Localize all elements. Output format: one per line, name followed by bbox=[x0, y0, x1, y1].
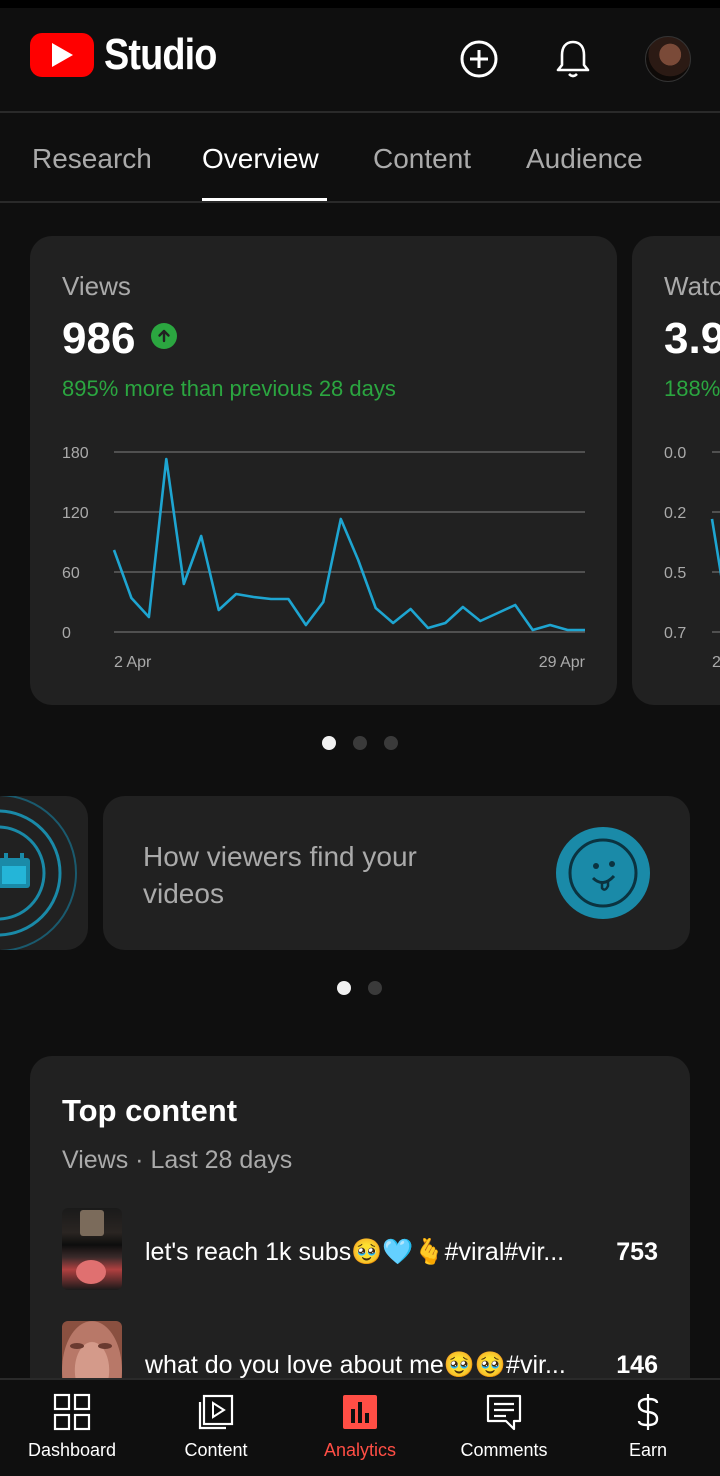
search-face-icon bbox=[568, 838, 638, 908]
video-title: let's reach 1k subs🥹🩵🫰#viral#vir... bbox=[145, 1238, 565, 1266]
insight-title: How viewers find your videos bbox=[143, 841, 417, 909]
views-chart: 0 60 120 180 2 Apr 29 Apr bbox=[62, 445, 586, 671]
x-tick-label: 2 bbox=[712, 654, 720, 671]
dashboard-icon bbox=[53, 1393, 91, 1431]
watch-time-card[interactable]: Watc 3.9 188% 0.0 0.2 0.5 0.7 2 bbox=[632, 236, 720, 705]
y-tick-label: 120 bbox=[62, 505, 89, 522]
nav-content[interactable]: Content bbox=[144, 1380, 288, 1476]
video-title: what do you love about me🥹🥹#vir... bbox=[145, 1351, 566, 1379]
tab-content[interactable]: Content bbox=[373, 143, 471, 175]
y-tick-label: 0.5 bbox=[664, 565, 686, 582]
views-delta: 895% more than previous 28 days bbox=[62, 376, 396, 401]
y-tick-label: 0 bbox=[62, 625, 71, 642]
y-tick-label: 0.0 bbox=[664, 445, 686, 462]
nav-label: Earn bbox=[628, 1440, 668, 1460]
tabs-divider bbox=[0, 201, 720, 203]
y-tick-label: 0.2 bbox=[664, 505, 686, 522]
tab-audience[interactable]: Audience bbox=[526, 143, 643, 175]
content-play-icon bbox=[198, 1394, 234, 1430]
account-avatar[interactable] bbox=[645, 36, 691, 82]
top-content-subtitle: Views · Last 28 days bbox=[62, 1146, 293, 1174]
calendar-icon bbox=[0, 796, 77, 950]
top-content-title: Top content bbox=[62, 1093, 238, 1128]
pager-dot[interactable] bbox=[353, 736, 367, 750]
status-bar-strip bbox=[0, 0, 720, 8]
x-tick-label: 2 Apr bbox=[114, 654, 152, 671]
insight-illustration bbox=[556, 827, 650, 919]
bell-icon bbox=[556, 40, 590, 78]
watch-time-chart: 0.0 0.2 0.5 0.7 2 bbox=[664, 445, 720, 671]
dollar-icon bbox=[637, 1394, 659, 1430]
bottom-navigation: Dashboard Content Analytics Comments Ear… bbox=[0, 1378, 720, 1476]
top-content-row[interactable]: let's reach 1k subs🥹🩵🫰#viral#vir... 753 bbox=[62, 1208, 658, 1292]
trend-up-icon bbox=[151, 323, 177, 349]
create-button[interactable] bbox=[456, 36, 502, 82]
video-thumbnail bbox=[62, 1208, 122, 1290]
tab-research[interactable]: Research bbox=[32, 143, 152, 175]
y-tick-label: 180 bbox=[62, 445, 89, 462]
views-label: Views bbox=[62, 271, 131, 301]
nav-label: Dashboard bbox=[27, 1440, 117, 1460]
watch-time-value: 3.9 bbox=[664, 314, 720, 363]
pager-dot[interactable] bbox=[337, 981, 351, 995]
nav-earn[interactable]: Earn bbox=[576, 1380, 720, 1476]
insights-pager bbox=[337, 981, 382, 995]
pager-dot[interactable] bbox=[384, 736, 398, 750]
nav-comments[interactable]: Comments bbox=[432, 1380, 576, 1476]
nav-label: Analytics bbox=[323, 1440, 397, 1460]
nav-label: Comments bbox=[460, 1440, 548, 1460]
video-views: 753 bbox=[616, 1238, 658, 1266]
pager-dot[interactable] bbox=[322, 736, 336, 750]
pager-dot[interactable] bbox=[368, 981, 382, 995]
create-plus-icon bbox=[460, 40, 498, 78]
studio-logo[interactable]: Studio bbox=[30, 30, 235, 80]
video-views: 146 bbox=[616, 1351, 658, 1379]
nav-analytics[interactable]: Analytics bbox=[288, 1380, 432, 1476]
watch-time-label: Watc bbox=[664, 271, 720, 301]
nav-dashboard[interactable]: Dashboard bbox=[0, 1380, 144, 1476]
youtube-logo-icon bbox=[30, 33, 94, 77]
analytics-bar-icon bbox=[343, 1395, 377, 1429]
app-name: Studio bbox=[104, 30, 217, 79]
insight-card-previous[interactable] bbox=[0, 796, 88, 950]
views-value: 986 bbox=[62, 314, 136, 363]
x-tick-label: 29 Apr bbox=[539, 654, 586, 671]
views-series-line bbox=[112, 457, 585, 632]
tab-overview[interactable]: Overview bbox=[202, 143, 319, 175]
metric-pager bbox=[322, 736, 398, 750]
y-tick-label: 60 bbox=[62, 565, 80, 582]
nav-label: Content bbox=[184, 1440, 248, 1460]
watch-time-delta: 188% bbox=[664, 376, 720, 401]
notifications-button[interactable] bbox=[550, 36, 596, 82]
comments-icon bbox=[486, 1394, 522, 1431]
y-tick-label: 0.7 bbox=[664, 625, 686, 642]
